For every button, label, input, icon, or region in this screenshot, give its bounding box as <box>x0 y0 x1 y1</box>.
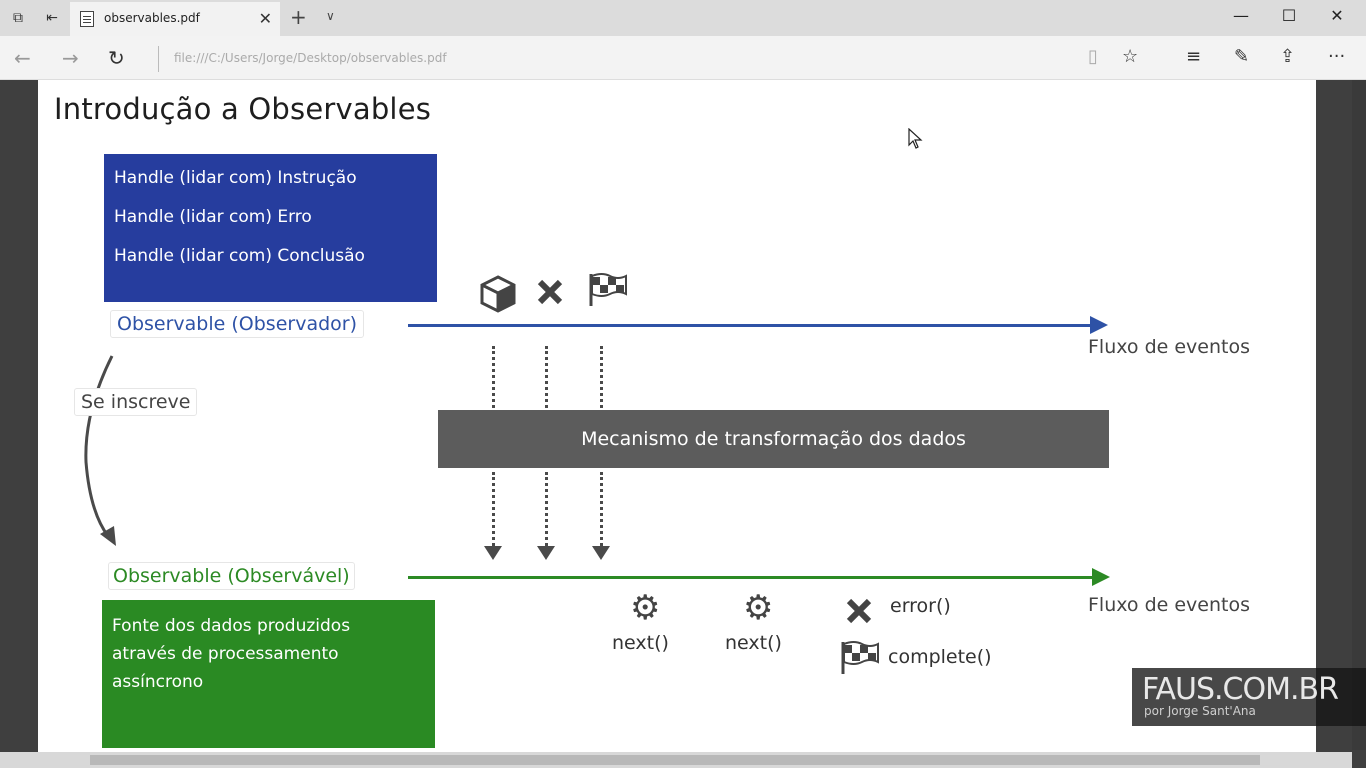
tab-close-button[interactable]: ✕ <box>259 9 272 28</box>
gear-icon: ⚙ <box>743 588 774 628</box>
url-field[interactable]: file:///C:/Users/Jorge/Desktop/observabl… <box>174 51 447 65</box>
tab-preview-button[interactable]: ∨ <box>326 9 335 23</box>
flow-label-top: Fluxo de eventos <box>1088 336 1251 358</box>
back-arrow-icon[interactable]: ← <box>14 46 31 70</box>
reading-view-icon[interactable]: ▯ <box>1088 46 1098 67</box>
error-x-icon <box>846 598 872 624</box>
dotted-arrowhead <box>592 546 610 560</box>
tab-observables-pdf[interactable]: observables.pdf ✕ <box>70 2 280 36</box>
mouse-cursor-icon <box>908 128 923 149</box>
dotted-connector <box>545 346 548 408</box>
web-note-icon[interactable]: ✎ <box>1234 46 1249 67</box>
handler-line: Handle (lidar com) Instrução <box>114 168 357 188</box>
next-label: next() <box>612 632 669 654</box>
hub-icon[interactable]: ≡ <box>1186 46 1201 67</box>
vertical-scrollbar[interactable] <box>1352 80 1366 750</box>
more-menu-icon[interactable]: ··· <box>1328 46 1345 67</box>
dotted-connector <box>600 472 603 546</box>
observer-handlers-box: Handle (lidar com) Instrução Handle (lid… <box>104 154 437 302</box>
share-icon[interactable]: ⇪ <box>1280 46 1295 67</box>
maximize-button[interactable]: ☐ <box>1274 6 1304 25</box>
next-label: next() <box>725 632 782 654</box>
new-tab-button[interactable]: + <box>290 5 307 29</box>
dotted-connector <box>545 472 548 546</box>
handler-line: Handle (lidar com) Conclusão <box>114 246 365 266</box>
cube-icon <box>480 275 516 313</box>
pdf-file-icon <box>80 11 94 27</box>
close-window-button[interactable]: ✕ <box>1322 6 1352 25</box>
slide-title: Introdução a Observables <box>54 92 432 126</box>
handler-line: Handle (lidar com) Erro <box>114 207 312 227</box>
observer-arrowhead <box>1090 316 1108 334</box>
tab-title: observables.pdf <box>104 11 200 25</box>
observer-event-line <box>408 324 1096 327</box>
horizontal-scroll-thumb[interactable] <box>90 755 1260 765</box>
observable-label: Observable (Observável) <box>108 562 355 590</box>
address-bar: ← → ↻ file:///C:/Users/Jorge/Desktop/obs… <box>0 36 1366 80</box>
forward-arrow-icon[interactable]: → <box>62 46 79 70</box>
pdf-viewer: Introdução a Observables Handle (lidar c… <box>0 80 1366 768</box>
flow-label-bottom: Fluxo de eventos <box>1088 594 1251 616</box>
subscribe-label: Se inscreve <box>74 388 198 416</box>
complete-label: complete() <box>888 646 992 668</box>
dotted-connector <box>492 472 495 546</box>
error-x-icon <box>537 279 563 305</box>
observable-arrowhead <box>1092 568 1110 586</box>
watermark: FAUS.COM.BR por Jorge Sant'Ana <box>1132 668 1366 726</box>
set-tabs-aside-icon[interactable]: ⇤ <box>42 8 62 28</box>
observer-label: Observable (Observador) <box>110 310 364 338</box>
source-line: através de processamento <box>112 644 339 664</box>
watermark-subtext: por Jorge Sant'Ana <box>1144 704 1256 718</box>
address-separator <box>158 46 159 72</box>
source-line: assíncrono <box>112 672 204 692</box>
subscribe-curve-arrow <box>84 355 116 546</box>
source-line: Fonte dos dados produzidos <box>112 616 351 636</box>
title-bar: ⧉ ⇤ observables.pdf ✕ + ∨ — ☐ ✕ <box>0 0 1366 36</box>
checkered-flag-icon <box>841 641 879 674</box>
dotted-arrowhead <box>537 546 555 560</box>
gear-icon: ⚙ <box>630 588 661 628</box>
watermark-text: FAUS.COM.BR <box>1142 672 1339 707</box>
favorite-star-icon[interactable]: ☆ <box>1122 46 1138 67</box>
error-label: error() <box>890 595 951 617</box>
observable-event-line <box>408 576 1096 579</box>
minimize-button[interactable]: — <box>1226 6 1256 25</box>
horizontal-scrollbar[interactable] <box>0 752 1352 768</box>
dotted-connector <box>600 346 603 408</box>
tab-actions-icon[interactable]: ⧉ <box>8 8 28 28</box>
checkered-flag-icon <box>589 273 627 306</box>
transformation-mechanism-box: Mecanismo de transformação dos dados <box>438 410 1109 468</box>
pdf-page: Introdução a Observables Handle (lidar c… <box>38 80 1316 752</box>
dotted-arrowhead <box>484 546 502 560</box>
dotted-connector <box>492 346 495 408</box>
refresh-icon[interactable]: ↻ <box>108 46 125 70</box>
data-source-box: Fonte dos dados produzidos através de pr… <box>102 600 435 748</box>
